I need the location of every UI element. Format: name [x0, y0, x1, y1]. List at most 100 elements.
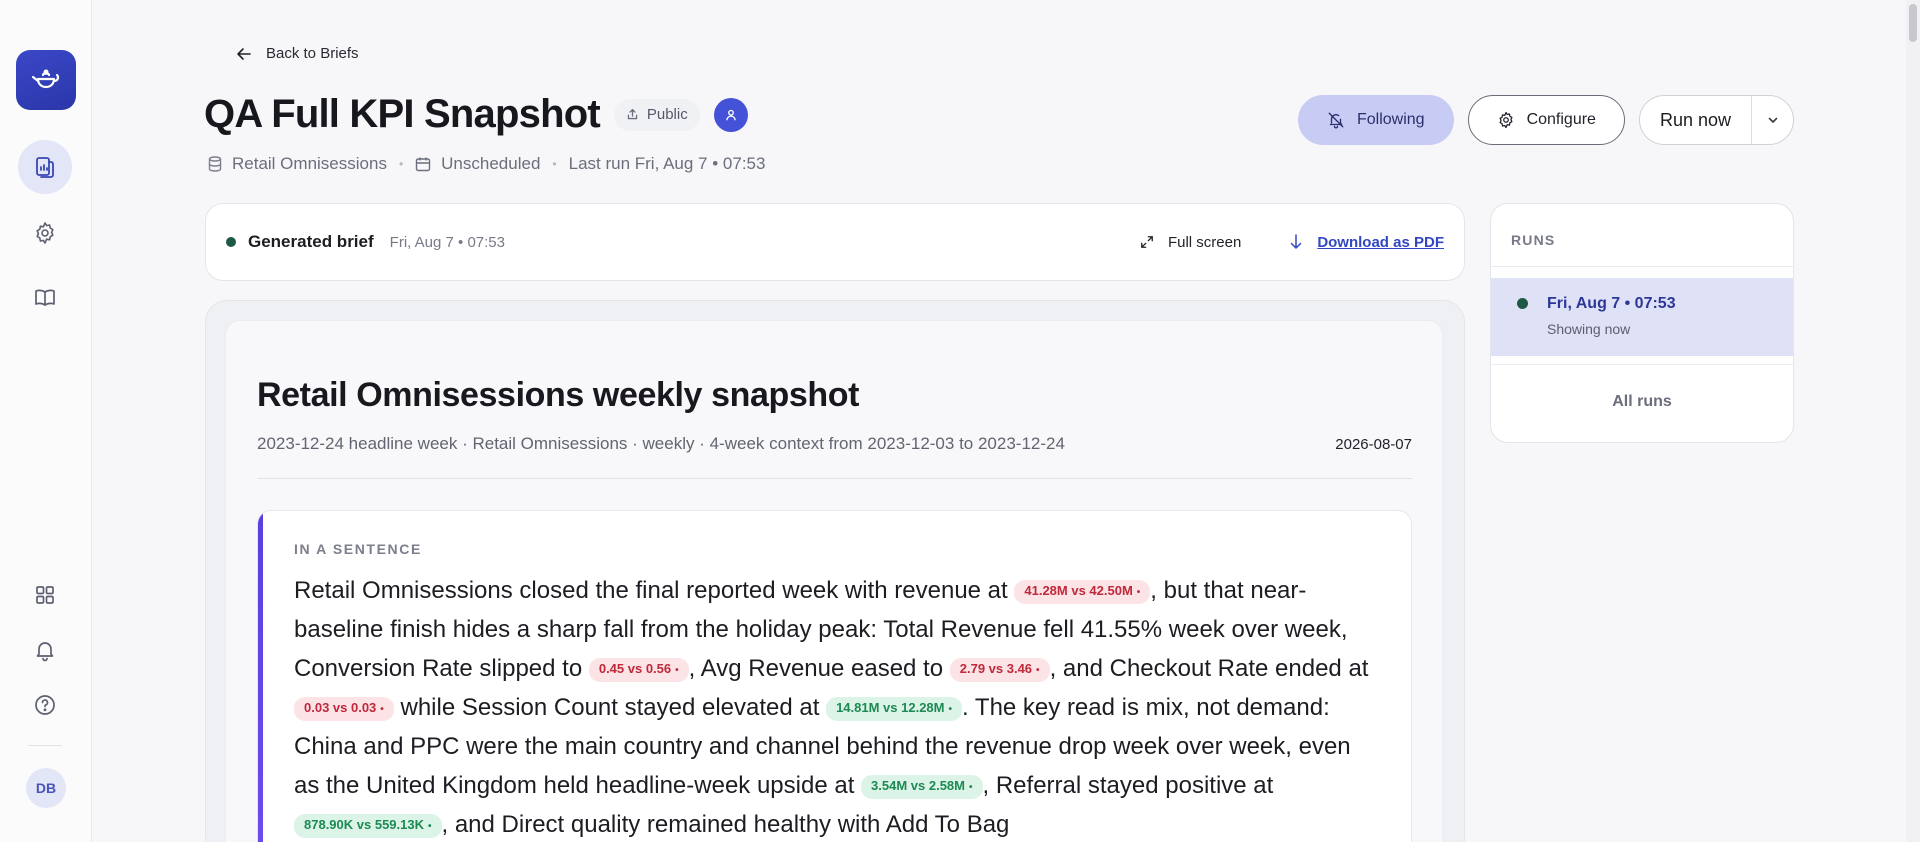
brief-toolbar: Generated brief Fri, Aug 7 • 07:53 Full …	[205, 203, 1465, 281]
brief-timestamp: Fri, Aug 7 • 07:53	[389, 233, 505, 251]
kpi-chip-conversion-rate[interactable]: 0.45 vs 0.56 •	[588, 658, 689, 682]
database-icon	[208, 156, 222, 172]
page-title: QA Full KPI Snapshot	[204, 92, 601, 136]
summary-text-part: , Avg Revenue eased to	[688, 655, 950, 682]
download-pdf-label: Download as PDF	[1317, 233, 1444, 251]
kpi-chip-dot: •	[675, 665, 679, 676]
summary-label: IN A SENTENCE	[294, 541, 422, 557]
kpi-chip-dot: •	[1036, 665, 1040, 676]
full-screen-label: Full screen	[1167, 233, 1242, 251]
sidebar-item-help[interactable]	[18, 678, 72, 732]
schedule-meta: Unscheduled	[415, 154, 540, 174]
kpi-chip-value: 14.81M vs 12.28M	[836, 700, 945, 715]
kpi-chip-dot: •	[1136, 587, 1141, 598]
document-title: Retail Omnisessions weekly snapshot	[257, 376, 860, 414]
configure-button[interactable]: Configure	[1467, 95, 1625, 145]
kpi-chip-dot: •	[948, 704, 952, 715]
meta-separator: •	[552, 157, 557, 171]
kpi-chip-value: 3.54M vs 2.58M	[871, 778, 965, 793]
summary-card: IN A SENTENCE Retail Omnisessions closed…	[257, 510, 1412, 842]
run-time: Fri, Aug 7 • 07:53	[1547, 295, 1676, 312]
schedule-label: Unscheduled	[441, 154, 541, 173]
kpi-chip-session-count[interactable]: 14.81M vs 12.28M •	[826, 697, 962, 721]
following-button[interactable]: Following	[1297, 95, 1454, 145]
bell-off-icon	[1328, 112, 1344, 129]
brief-meta: Retail Omnisessions • Unscheduled • Last…	[208, 154, 765, 174]
kpi-chip-value: 0.03 vs 0.03	[304, 700, 377, 715]
kpi-chip-dot: •	[969, 782, 973, 793]
header-actions: Following Configure Run now	[1297, 95, 1794, 145]
run-item-current[interactable]: Fri, Aug 7 • 07:53 Showing now	[1491, 278, 1793, 356]
run-options-button[interactable]	[1751, 96, 1793, 144]
owner-avatar[interactable]	[713, 97, 748, 132]
document-chart-icon	[36, 157, 54, 178]
page-scrollbar[interactable]	[1906, 0, 1920, 842]
brief-actions: Full screen Download as PDF	[1140, 234, 1444, 251]
user-icon	[725, 109, 736, 120]
runs-divider	[1491, 364, 1793, 365]
kpi-chip-value: 2.79 vs 3.46	[959, 661, 1033, 676]
logo[interactable]	[16, 50, 76, 110]
kpi-chip-referral[interactable]: 878.90K vs 559.13K •	[294, 814, 442, 838]
document-date: 2026-08-07	[1335, 436, 1412, 453]
gear-icon	[1499, 111, 1513, 129]
title-row: QA Full KPI Snapshot Public	[204, 92, 748, 137]
dataset-label: Retail Omnisessions	[232, 154, 387, 173]
sidebar: DB	[0, 0, 92, 842]
scrollbar-thumb[interactable]	[1909, 4, 1917, 42]
kpi-chip-avg-revenue[interactable]: 2.79 vs 3.46 •	[949, 658, 1050, 682]
sidebar-item-settings[interactable]	[18, 206, 72, 260]
help-circle-icon	[35, 695, 55, 715]
sidebar-item-docs[interactable]	[18, 271, 72, 325]
back-label: Back to Briefs	[266, 45, 359, 62]
kpi-chip-dot: •	[427, 821, 432, 832]
document-divider	[257, 478, 1412, 479]
meta-separator: •	[398, 157, 404, 171]
run-now-split-button: Run now	[1638, 95, 1794, 145]
kpi-chip-revenue[interactable]: 41.28M vs 42.50M •	[1014, 580, 1151, 604]
runs-heading: RUNS	[1511, 232, 1556, 248]
arrow-down-icon	[1291, 234, 1302, 249]
download-pdf-link[interactable]: Download as PDF	[1289, 234, 1444, 251]
dataset-meta: Retail Omnisessions	[208, 154, 387, 174]
summary-text-part: , and Direct quality remained healthy wi…	[441, 811, 1010, 838]
visibility-badge[interactable]: Public	[613, 98, 700, 131]
summary-text-part: Retail Omnisessions closed the final rep…	[294, 577, 1015, 604]
kpi-chip-value: 0.45 vs 0.56	[598, 661, 672, 676]
sidebar-item-apps[interactable]	[18, 568, 72, 622]
status-dot	[1517, 298, 1528, 309]
kpi-chip-united-kingdom[interactable]: 3.54M vs 2.58M •	[861, 775, 983, 799]
sidebar-item-notifications[interactable]	[18, 623, 72, 677]
status-dot	[226, 237, 236, 247]
full-screen-button[interactable]: Full screen	[1140, 234, 1241, 251]
chevron-down-icon	[1768, 117, 1777, 123]
teapot-icon	[31, 69, 60, 89]
summary-text: Retail Omnisessions closed the final rep…	[294, 571, 1374, 842]
run-note: Showing now	[1547, 321, 1631, 337]
document-subtitle: 2023-12-24 headline week · Retail Omnise…	[257, 434, 1065, 453]
runs-divider	[1491, 266, 1793, 267]
summary-text-part: while Session Count stayed elevated at	[393, 694, 827, 721]
avatar[interactable]: DB	[26, 768, 66, 808]
bell-icon	[36, 642, 54, 662]
sidebar-item-briefs[interactable]	[18, 140, 72, 194]
brief-status-label: Generated brief	[248, 232, 374, 251]
sidebar-divider	[28, 745, 62, 746]
expand-icon	[1141, 236, 1153, 248]
summary-text-part: , Referral stayed positive at	[982, 772, 1274, 799]
run-now-button[interactable]: Run now	[1640, 96, 1751, 144]
kpi-chip-value: 41.28M vs 42.50M	[1024, 583, 1133, 598]
arrow-left-icon	[237, 47, 251, 60]
runs-panel: RUNS Fri, Aug 7 • 07:53 Showing now All …	[1490, 203, 1794, 443]
all-runs-link[interactable]: All runs	[1491, 393, 1793, 411]
back-to-briefs-link[interactable]: Back to Briefs	[236, 45, 359, 62]
calendar-icon	[415, 157, 431, 172]
kpi-chip-value: 878.90K vs 559.13K	[304, 817, 424, 832]
gear-icon	[36, 222, 54, 244]
book-icon	[35, 289, 55, 306]
summary-text-part: , and Checkout Rate ended at	[1049, 655, 1369, 682]
kpi-chip-checkout-rate[interactable]: 0.03 vs 0.03 •	[294, 697, 394, 721]
share-icon	[627, 108, 638, 120]
grid-icon	[36, 586, 54, 604]
last-run-label: Last run Fri, Aug 7 • 07:53	[568, 154, 766, 173]
